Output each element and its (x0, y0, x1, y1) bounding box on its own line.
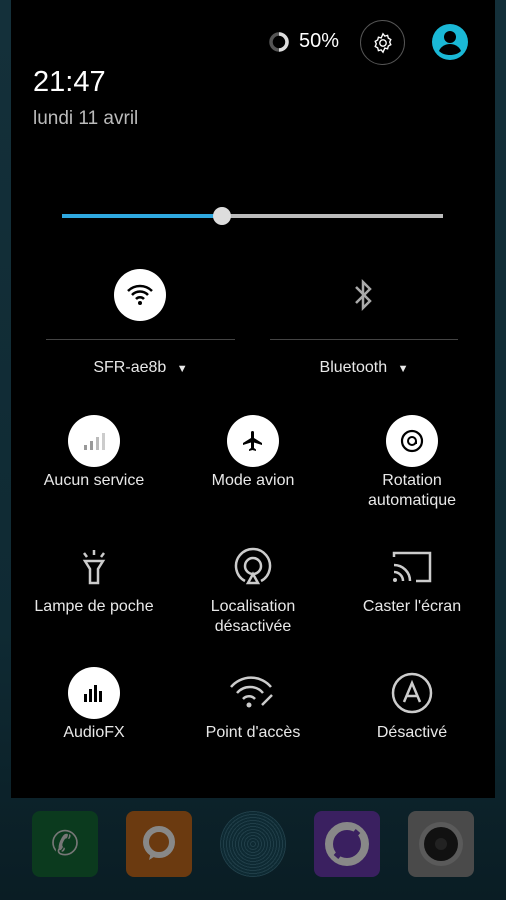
browser-icon (325, 822, 369, 866)
quick-settings-panel: 50% 21:47 lundi 11 avril SFR-ae8b ▼ Blue… (11, 0, 495, 798)
data-saver-icon (391, 672, 433, 714)
chevron-down-icon: ▼ (176, 363, 188, 375)
date: lundi 11 avril (33, 108, 139, 129)
bluetooth-icon[interactable] (351, 277, 375, 313)
brightness-slider[interactable] (62, 207, 443, 225)
tile-label: Aucun service (43, 472, 145, 489)
tile-airplane-mode[interactable]: Mode avion (178, 415, 328, 491)
tile-audiofx[interactable]: AudioFX (19, 667, 169, 743)
brightness-thumb[interactable] (213, 207, 232, 225)
message-bubble-icon (143, 826, 175, 860)
wifi-icon (127, 284, 153, 305)
location-icon (234, 547, 272, 585)
tile-label: Mode avion (211, 472, 295, 489)
camera-icon (419, 822, 463, 866)
tile-mobile-signal[interactable]: Aucun service (19, 415, 169, 491)
tile-label: Caster l'écran (362, 598, 462, 615)
tile-label: Rotation automatique (367, 472, 457, 509)
wifi-network-dropdown[interactable]: SFR-ae8b ▼ (46, 358, 235, 379)
settings-button[interactable] (360, 20, 405, 65)
wifi-toggle[interactable] (114, 269, 166, 321)
user-avatar-icon[interactable] (431, 23, 469, 61)
tile-label: Localisation désactivée (210, 598, 296, 635)
divider (46, 339, 235, 340)
divider (270, 339, 458, 340)
tile-auto-rotate[interactable]: Rotation automatique (337, 415, 487, 511)
bluetooth-dropdown[interactable]: Bluetooth ▼ (270, 358, 458, 379)
brightness-fill (62, 214, 223, 218)
tile-label: Lampe de poche (34, 598, 154, 615)
flashlight-icon (82, 550, 106, 585)
bluetooth-label: Bluetooth (319, 359, 388, 376)
equalizer-icon (84, 685, 102, 702)
battery-percent: 50% (299, 30, 340, 52)
battery-ring-icon (269, 32, 289, 52)
tile-label: AudioFX (63, 724, 125, 741)
airplane-icon (243, 431, 262, 451)
tile-location[interactable]: Localisation désactivée (178, 541, 328, 637)
dock-messages-app[interactable] (126, 811, 192, 877)
tile-data-saver[interactable]: Désactivé (337, 667, 487, 743)
tile-label: Point d'accès (205, 724, 301, 741)
dock-browser-app[interactable] (314, 811, 380, 877)
gear-icon (373, 32, 392, 53)
wifi-label: SFR-ae8b (93, 359, 167, 376)
signal-icon (84, 433, 105, 450)
chevron-down-icon: ▼ (397, 363, 409, 375)
tile-hotspot[interactable]: Point d'accès (178, 667, 328, 743)
dock-phone-app[interactable]: ✆ (32, 811, 98, 877)
clock: 21:47 (33, 66, 106, 98)
auto-rotate-icon (400, 429, 424, 453)
tile-label: Désactivé (376, 724, 448, 741)
hotspot-icon (230, 676, 273, 708)
tile-flashlight[interactable]: Lampe de poche (19, 541, 169, 617)
fingerprint-button[interactable] (220, 811, 286, 877)
phone-icon: ✆ (50, 825, 80, 863)
cast-icon (392, 551, 432, 583)
dock-camera-app[interactable] (408, 811, 474, 877)
tile-cast-screen[interactable]: Caster l'écran (337, 541, 487, 617)
